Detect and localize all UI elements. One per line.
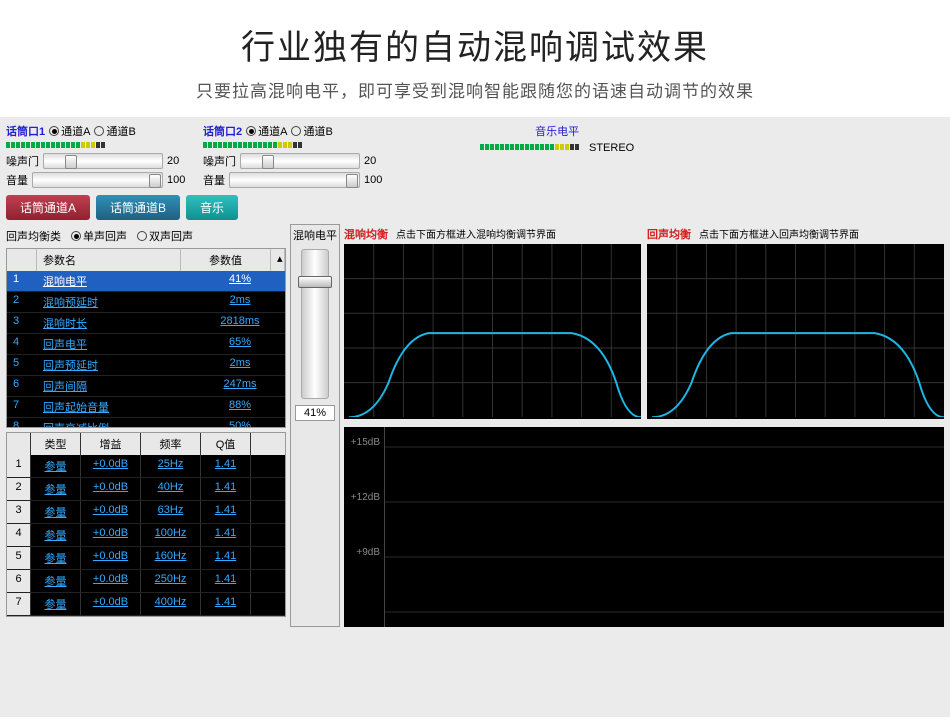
- mic2-volume-slider[interactable]: [229, 172, 360, 188]
- mic2-volume-label: 音量: [203, 172, 225, 188]
- hero-subtitle: 只要拉高混响电平，即可享受到混响智能跟随您的语速自动调节的效果: [0, 77, 950, 102]
- echo-eq-title: 回声均衡: [647, 226, 691, 242]
- app-window: 话筒口1 通道A 通道B 噪声门 20 音量 100 话筒口2 通道A 通道B 噪声…: [0, 117, 950, 717]
- mic2-label: 话筒口2: [203, 123, 242, 139]
- mic2-meter: [203, 142, 388, 148]
- param-row[interactable]: 2混响预延时2ms: [7, 292, 285, 313]
- eq-row[interactable]: 4参量+0.0dB100Hz1.41: [7, 524, 285, 547]
- eq-header-freq: 频率: [141, 433, 201, 455]
- param-row[interactable]: 5回声预延时2ms: [7, 355, 285, 376]
- mic1-meter: [6, 142, 191, 148]
- yaxis-labels: +15dB +12dB +9dB: [344, 427, 384, 627]
- top-controls: 话筒口1 通道A 通道B 噪声门 20 音量 100 话筒口2 通道A 通道B 噪声…: [0, 117, 950, 191]
- tab-mic-a[interactable]: 话筒通道A: [6, 195, 90, 220]
- mic1-noise-value: 20: [167, 155, 191, 167]
- eq-row[interactable]: 3参量+0.0dB63Hz1.41: [7, 501, 285, 524]
- mic2-block: 话筒口2 通道A 通道B 噪声门 20 音量 100: [203, 123, 388, 191]
- reverb-eq-box: 混响均衡点击下面方框进入混响均衡调节界面: [344, 224, 641, 419]
- eq-row[interactable]: 7参量+0.0dB400Hz1.41: [7, 593, 285, 616]
- music-meter: [480, 144, 579, 150]
- mic1-noise-label: 噪声门: [6, 153, 39, 169]
- eq-mono-radio[interactable]: 单声回声: [71, 228, 127, 244]
- music-mode: STEREO: [589, 142, 634, 154]
- param-row[interactable]: 1混响电平41%: [7, 271, 285, 292]
- mic2-channel-a-radio[interactable]: 通道A: [246, 123, 287, 139]
- mic2-noise-slider[interactable]: [240, 153, 360, 169]
- reverb-level-label: 混响电平: [291, 227, 339, 243]
- mic1-block: 话筒口1 通道A 通道B 噪声门 20 音量 100: [6, 123, 191, 191]
- mic2-noise-label: 噪声门: [203, 153, 236, 169]
- hero: 行业独有的自动混响调试效果 只要拉高混响电平，即可享受到混响智能跟随您的语速自动…: [0, 0, 950, 117]
- param-header-value: 参数值: [181, 249, 271, 271]
- eq-type-label: 回声均衡类: [6, 228, 61, 244]
- eq-header-q: Q值: [201, 433, 251, 455]
- eq-stereo-radio[interactable]: 双声回声: [137, 228, 193, 244]
- graph-column: 混响均衡点击下面方框进入混响均衡调节界面 回声均衡点击下面方框进入回声均衡调节界…: [344, 224, 944, 627]
- mic2-noise-value: 20: [364, 155, 388, 167]
- mic1-volume-label: 音量: [6, 172, 28, 188]
- channel-tabs: 话筒通道A 话筒通道B 音乐: [0, 191, 950, 224]
- tab-mic-b[interactable]: 话筒通道B: [96, 195, 180, 220]
- param-row[interactable]: 3混响时长2818ms: [7, 313, 285, 334]
- param-row[interactable]: 6回声间隔247ms: [7, 376, 285, 397]
- mic2-channel-b-radio[interactable]: 通道B: [291, 123, 332, 139]
- eq-row[interactable]: 6参量+0.0dB250Hz1.41: [7, 570, 285, 593]
- eq-row[interactable]: 5参量+0.0dB160Hz1.41: [7, 547, 285, 570]
- echo-eq-graph[interactable]: [647, 244, 944, 419]
- mic1-volume-value: 100: [167, 174, 191, 186]
- param-row[interactable]: 4回声电平65%: [7, 334, 285, 355]
- mic2-volume-value: 100: [364, 174, 388, 186]
- eq-row[interactable]: 1参量+0.0dB25Hz1.41: [7, 455, 285, 478]
- hero-title: 行业独有的自动混响调试效果: [0, 20, 950, 69]
- main-eq-graph[interactable]: +15dB +12dB +9dB: [344, 427, 944, 627]
- eq-table[interactable]: 类型增益频率Q值 1参量+0.0dB25Hz1.412参量+0.0dB40Hz1…: [6, 432, 286, 617]
- music-label: 音乐电平: [480, 123, 634, 139]
- music-block: 音乐电平 STEREO: [480, 123, 634, 191]
- mic1-label: 话筒口1: [6, 123, 45, 139]
- mic1-volume-slider[interactable]: [32, 172, 163, 188]
- left-column: 回声均衡类 单声回声 双声回声 参数名参数值▴ 1混响电平41%2混响预延时2m…: [6, 224, 286, 627]
- param-row[interactable]: 8回声衰减比例50%: [7, 418, 285, 428]
- mic1-noise-slider[interactable]: [43, 153, 163, 169]
- param-row[interactable]: 7回声起始音量88%: [7, 397, 285, 418]
- echo-eq-hint: 点击下面方框进入回声均衡调节界面: [699, 226, 859, 241]
- reverb-level-panel: 混响电平 41%: [290, 224, 340, 627]
- tab-music[interactable]: 音乐: [186, 195, 238, 220]
- param-table[interactable]: 参数名参数值▴ 1混响电平41%2混响预延时2ms3混响时长2818ms4回声电…: [6, 248, 286, 428]
- echo-eq-box: 回声均衡点击下面方框进入回声均衡调节界面: [647, 224, 944, 419]
- main-eq-plot[interactable]: [384, 427, 944, 627]
- mic1-channel-a-radio[interactable]: 通道A: [49, 123, 90, 139]
- reverb-eq-hint: 点击下面方框进入混响均衡调节界面: [396, 226, 556, 241]
- reverb-eq-title: 混响均衡: [344, 226, 388, 242]
- reverb-level-slider[interactable]: [301, 249, 329, 399]
- reverb-level-value: 41%: [295, 405, 335, 421]
- scroll-up-icon[interactable]: ▴: [271, 249, 285, 271]
- mic1-channel-b-radio[interactable]: 通道B: [94, 123, 135, 139]
- reverb-eq-graph[interactable]: [344, 244, 641, 419]
- param-header-name: 参数名: [37, 249, 181, 271]
- eq-header-type: 类型: [31, 433, 81, 455]
- slider-thumb-icon[interactable]: [298, 276, 332, 288]
- eq-header-gain: 增益: [81, 433, 141, 455]
- eq-row[interactable]: 2参量+0.0dB40Hz1.41: [7, 478, 285, 501]
